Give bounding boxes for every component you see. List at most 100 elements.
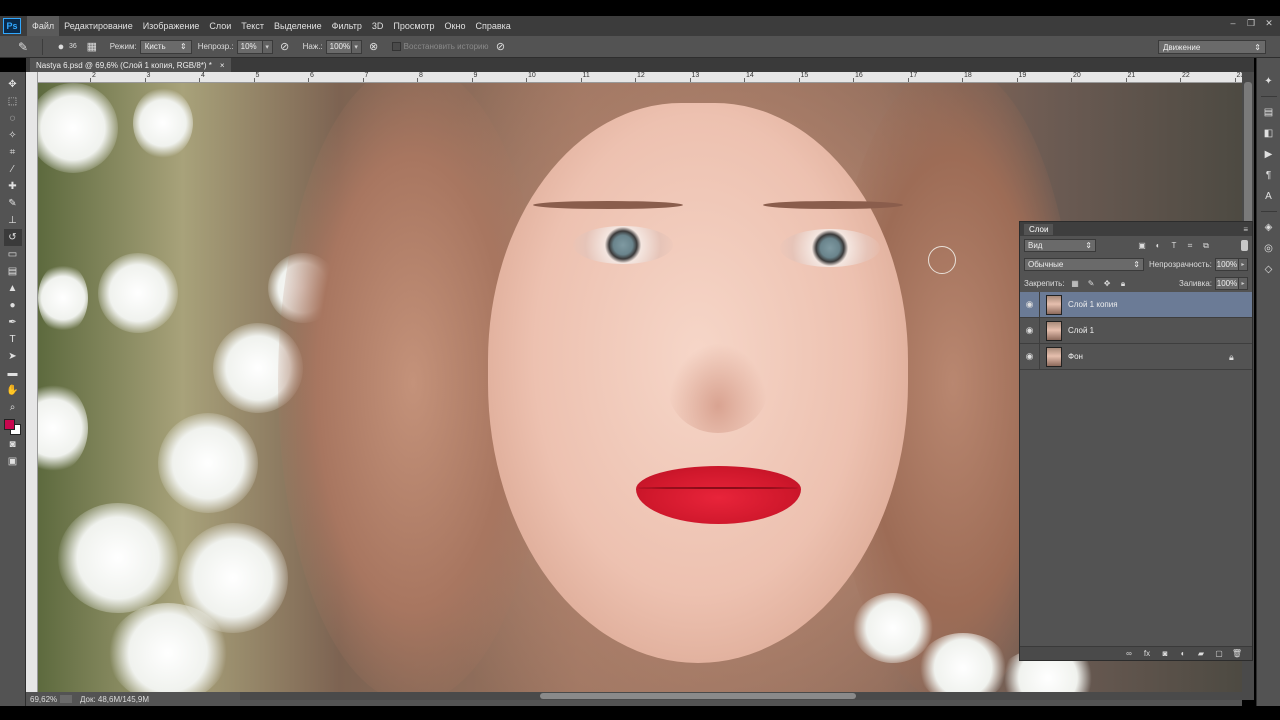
mode-select[interactable]: Кисть ⇕ [139, 39, 192, 54]
eraser-tool-icon[interactable]: ▭ [4, 246, 22, 263]
color-swatches[interactable] [3, 418, 23, 436]
quick-mask-icon[interactable]: ◙ [4, 436, 22, 453]
paragraph-icon[interactable]: ¶ [1260, 166, 1278, 184]
pressure-opacity-icon[interactable]: ⊘ [278, 40, 292, 54]
blur-tool-icon[interactable]: ▲ [4, 280, 22, 297]
brush-preset-picker-icon[interactable]: ● [54, 40, 68, 54]
menu-select[interactable]: Выделение [269, 16, 327, 36]
add-mask-icon[interactable]: ◙ [1160, 649, 1170, 659]
new-layer-icon[interactable]: ▢ [1214, 649, 1224, 659]
horizontal-scrollbar[interactable] [240, 692, 1242, 700]
adjustment-layer-icon[interactable]: ◐ [1178, 649, 1188, 659]
brush-tool-icon[interactable]: ✎ [4, 195, 22, 212]
menu-edit[interactable]: Редактирование [59, 16, 138, 36]
document-size[interactable]: Док: 48,6M/145,9M [80, 695, 149, 704]
crop-tool-icon[interactable]: ⌗ [4, 144, 22, 161]
visibility-eye-icon[interactable]: ◉ [1020, 291, 1040, 318]
path-select-tool-icon[interactable]: ➤ [4, 348, 22, 365]
channels-icon[interactable]: ◎ [1260, 239, 1278, 257]
menu-layers[interactable]: Слои [204, 16, 236, 36]
restore-history-checkbox[interactable] [391, 42, 401, 51]
actions-icon[interactable]: ▶ [1260, 145, 1278, 163]
pen-tool-icon[interactable]: ✒ [4, 314, 22, 331]
menu-image[interactable]: Изображение [138, 16, 205, 36]
brush-panel-toggle-icon[interactable]: ▦ [85, 40, 99, 54]
filter-adjustment-icon[interactable]: ◐ [1152, 240, 1164, 252]
layer-row[interactable]: ◉ Слой 1 копия [1020, 291, 1252, 318]
layer-row[interactable]: ◉ Фон 🔒︎ [1020, 343, 1252, 370]
history-brush-tool-preset-icon[interactable]: ✎ [10, 38, 36, 56]
character-icon[interactable]: A [1260, 187, 1278, 205]
foreground-color-swatch[interactable] [3, 419, 15, 430]
menu-filter[interactable]: Фильтр [327, 16, 367, 36]
layers-tab[interactable]: Слои [1024, 223, 1054, 235]
blend-mode-select[interactable]: Обычные ⇕ [1024, 258, 1144, 271]
quick-select-tool-icon[interactable]: ✧ [4, 127, 22, 144]
lock-transparent-icon[interactable]: ▦ [1070, 278, 1081, 289]
layer-name[interactable]: Слой 1 копия [1068, 300, 1118, 309]
visibility-eye-icon[interactable]: ◉ [1020, 317, 1040, 344]
close-button[interactable]: ✕ [1264, 18, 1274, 28]
history-icon[interactable]: ▤ [1260, 103, 1278, 121]
layer-row[interactable]: ◉ Слой 1 [1020, 317, 1252, 344]
shape-tool-icon[interactable]: ▬ [4, 365, 22, 382]
flow-dropdown-arrow[interactable]: ▾ [351, 39, 362, 54]
filter-toggle[interactable] [1241, 240, 1248, 251]
horizontal-scroll-thumb[interactable] [540, 693, 856, 699]
layer-opacity-input[interactable]: 100% [1214, 258, 1239, 271]
dodge-tool-icon[interactable]: ● [4, 297, 22, 314]
clone-stamp-tool-icon[interactable]: ⊥ [4, 212, 22, 229]
airbrush-icon[interactable]: ⊗ [367, 40, 381, 54]
layers-panel-icon[interactable]: ◈ [1260, 218, 1278, 236]
flow-input[interactable]: 100% [325, 39, 352, 54]
lasso-tool-icon[interactable]: ◌ [4, 110, 22, 127]
minimize-button[interactable]: – [1228, 18, 1238, 28]
opacity-dropdown-arrow[interactable]: ▾ [262, 39, 273, 54]
zoom-level[interactable]: 69,62% [26, 695, 60, 704]
navigator-icon[interactable]: ✦ [1260, 72, 1278, 90]
gradient-tool-icon[interactable]: ▤ [4, 263, 22, 280]
eyedropper-tool-icon[interactable]: ⁄ [4, 161, 22, 178]
healing-brush-tool-icon[interactable]: ✚ [4, 178, 22, 195]
document-tab[interactable]: Nastya 6.psd @ 69,6% (Слой 1 копия, RGB/… [30, 58, 231, 72]
panel-menu-icon[interactable]: ≡ [1243, 225, 1248, 234]
move-tool-icon[interactable]: ✥ [4, 76, 22, 93]
delete-layer-icon[interactable]: 🗑︎ [1232, 649, 1242, 659]
properties-icon[interactable]: ◧ [1260, 124, 1278, 142]
opacity-input[interactable]: 10% [236, 39, 263, 54]
close-tab-icon[interactable]: × [220, 61, 225, 70]
lock-position-icon[interactable]: ✥ [1102, 278, 1113, 289]
screen-mode-icon[interactable]: ▣ [4, 453, 22, 470]
status-preview-icon[interactable] [60, 695, 72, 703]
marquee-tool-icon[interactable]: ⬚ [4, 93, 22, 110]
filter-pixel-icon[interactable]: ▣ [1136, 240, 1148, 252]
type-tool-icon[interactable]: T [4, 331, 22, 348]
visibility-eye-icon[interactable]: ◉ [1020, 343, 1040, 370]
layer-lock-icon[interactable]: 🔒︎ [1229, 352, 1238, 362]
history-brush-tool-icon[interactable]: ↺ [3, 229, 22, 246]
restore-button[interactable]: ❐ [1246, 18, 1256, 28]
hand-tool-icon[interactable]: ✋ [4, 382, 22, 399]
menu-help[interactable]: Справка [470, 16, 515, 36]
menu-3d[interactable]: 3D [367, 16, 389, 36]
menu-type[interactable]: Текст [236, 16, 269, 36]
paths-icon[interactable]: ◇ [1260, 260, 1278, 278]
new-group-icon[interactable]: ▰ [1196, 649, 1206, 659]
layer-opacity-arrow[interactable]: ▸ [1238, 258, 1248, 271]
lock-all-icon[interactable]: 🔒︎ [1118, 278, 1129, 289]
layer-name[interactable]: Слой 1 [1068, 326, 1094, 335]
layer-name[interactable]: Фон [1068, 352, 1083, 361]
menu-view[interactable]: Просмотр [388, 16, 439, 36]
layer-style-icon[interactable]: fx [1142, 649, 1152, 659]
link-layers-icon[interactable]: ∞ [1124, 649, 1134, 659]
pressure-size-icon[interactable]: ⊘ [494, 40, 508, 54]
filter-shape-icon[interactable]: ⌗ [1184, 240, 1196, 252]
filter-kind-select[interactable]: Вид ⇕ [1024, 239, 1096, 252]
menu-file[interactable]: Файл [27, 16, 60, 36]
fill-arrow[interactable]: ▸ [1239, 277, 1248, 290]
zoom-tool-icon[interactable]: ⌕ [4, 399, 22, 416]
fill-input[interactable]: 100% [1215, 277, 1239, 290]
filter-type-icon[interactable]: T [1168, 240, 1180, 252]
lock-image-icon[interactable]: ✎ [1086, 278, 1097, 289]
menu-window[interactable]: Окно [440, 16, 471, 36]
